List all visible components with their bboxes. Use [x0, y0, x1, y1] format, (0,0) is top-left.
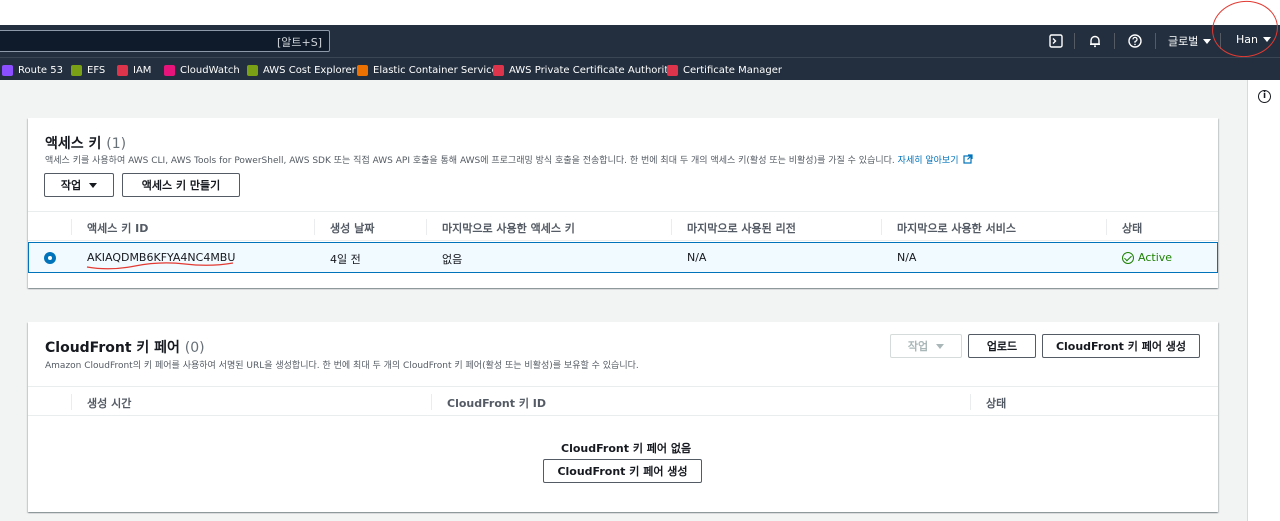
efs-icon	[71, 64, 82, 76]
region-label: 글로벌	[1168, 35, 1199, 48]
bell-icon[interactable]	[1087, 32, 1103, 50]
create-cloudfront-key-pair-button[interactable]: CloudFront 키 페어 생성	[1042, 334, 1200, 358]
cloudfront-count: (0)	[184, 340, 205, 356]
cloudwatch-icon	[164, 64, 175, 76]
favorite-certificate-manager[interactable]: Certificate Manager	[667, 63, 782, 77]
upload-button[interactable]: 업로드	[968, 334, 1036, 358]
column-separator	[881, 219, 882, 235]
caret-down-icon	[1203, 39, 1212, 44]
caret-down-icon	[1262, 37, 1271, 42]
nav-divider	[1074, 33, 1075, 49]
favorite-cloudwatch[interactable]: CloudWatch	[164, 63, 240, 77]
user-label: Han	[1236, 33, 1258, 46]
search-shortcut-hint: [알트+S]	[276, 36, 322, 49]
favorite-efs[interactable]: EFS	[71, 63, 105, 77]
column-separator	[970, 394, 971, 410]
favorite-route53[interactable]: Route 53	[2, 63, 63, 77]
column-separator	[1106, 219, 1107, 235]
private-ca-icon	[493, 64, 504, 76]
last-service: N/A	[897, 251, 917, 264]
search-input[interactable]: [알트+S]	[0, 30, 330, 52]
cloudshell-icon[interactable]	[1048, 32, 1064, 50]
favorite-private-ca[interactable]: AWS Private Certificate Authority	[493, 63, 674, 77]
empty-state-text: CloudFront 키 페어 없음	[561, 442, 692, 455]
right-rail: i	[1247, 80, 1280, 521]
column-separator	[71, 219, 72, 235]
last-region: N/A	[687, 251, 707, 264]
info-icon[interactable]: i	[1258, 90, 1271, 103]
region-selector[interactable]: 글로벌	[1168, 33, 1212, 49]
column-separator	[671, 219, 672, 235]
favorites-bar: Route 53 EFS IAM CloudWatch AWS Cost Exp…	[0, 57, 1280, 80]
external-link-icon	[963, 154, 973, 164]
access-keys-description: 액세스 키를 사용하여 AWS CLI, AWS Tools for Power…	[45, 153, 973, 166]
table-row[interactable]: AKIAQDMB6KFYA4NC4MBU 4일 전 없음 N/A N/A Act…	[28, 242, 1218, 273]
nav-divider	[1114, 33, 1115, 49]
cloudfront-actions-button[interactable]: 작업	[890, 334, 962, 358]
check-circle-icon	[1122, 251, 1134, 264]
annotation-underline	[86, 262, 234, 270]
help-icon[interactable]	[1127, 32, 1143, 50]
access-keys-panel: 액세스 키 (1) 액세스 키를 사용하여 AWS CLI, AWS Tools…	[28, 118, 1218, 288]
access-keys-title: 액세스 키 (1)	[45, 136, 127, 152]
column-header[interactable]: 상태	[1122, 220, 1142, 236]
column-separator	[71, 394, 72, 410]
account-menu[interactable]: Han	[1236, 33, 1271, 46]
column-header[interactable]: 생성 시간	[87, 395, 131, 411]
cloudfront-description: Amazon CloudFront의 키 페어를 사용하여 서명된 URL을 생…	[45, 361, 639, 371]
column-header[interactable]: CloudFront 키 ID	[447, 395, 546, 411]
column-separator	[426, 219, 427, 235]
favorite-ecs[interactable]: Elastic Container Service	[357, 63, 498, 77]
caret-down-icon	[936, 343, 945, 349]
top-blank-strip	[0, 0, 1280, 25]
cloudfront-key-pairs-panel: CloudFront 키 페어 (0) Amazon CloudFront의 키…	[28, 322, 1218, 512]
column-header[interactable]: 상태	[986, 395, 1006, 411]
status-badge: Active	[1122, 251, 1172, 264]
cost-explorer-icon	[247, 64, 258, 76]
nav-divider	[1155, 33, 1156, 49]
access-keys-count: (1)	[106, 136, 127, 152]
column-separator	[314, 219, 315, 235]
nav-divider	[1220, 33, 1221, 49]
iam-icon	[117, 64, 128, 76]
favorite-cost-explorer[interactable]: AWS Cost Explorer	[247, 63, 356, 77]
column-separator	[431, 394, 432, 410]
certificate-manager-icon	[667, 64, 678, 76]
route53-icon	[2, 64, 13, 76]
empty-create-cloudfront-key-pair-button[interactable]: CloudFront 키 페어 생성	[543, 459, 702, 483]
access-keys-table-header: 액세스 키 ID 생성 날짜 마지막으로 사용한 액세스 키 마지막으로 사용된…	[28, 211, 1218, 241]
cloudfront-table-header: 생성 시간 CloudFront 키 ID 상태	[28, 386, 1218, 416]
top-navigation-bar: [알트+S] 글로벌 Han	[0, 25, 1280, 57]
learn-more-link[interactable]: 자세히 알아보기	[898, 154, 974, 166]
favorite-iam[interactable]: IAM	[117, 63, 151, 77]
created-date: 4일 전	[330, 253, 361, 266]
column-header[interactable]: 마지막으로 사용한 액세스 키	[442, 220, 575, 236]
caret-down-icon	[89, 182, 98, 188]
cloudfront-title: CloudFront 키 페어 (0)	[45, 340, 205, 356]
row-radio-button[interactable]	[44, 252, 56, 264]
access-key-actions-button[interactable]: 작업	[44, 173, 114, 197]
column-header[interactable]: 마지막으로 사용된 리전	[687, 220, 796, 236]
column-header[interactable]: 생성 날짜	[330, 220, 374, 236]
ecs-icon	[357, 64, 368, 76]
last-used: 없음	[442, 253, 463, 266]
create-access-key-button[interactable]: 액세스 키 만들기	[122, 173, 240, 197]
column-header[interactable]: 마지막으로 사용한 서비스	[897, 220, 1016, 236]
column-header[interactable]: 액세스 키 ID	[87, 220, 148, 236]
